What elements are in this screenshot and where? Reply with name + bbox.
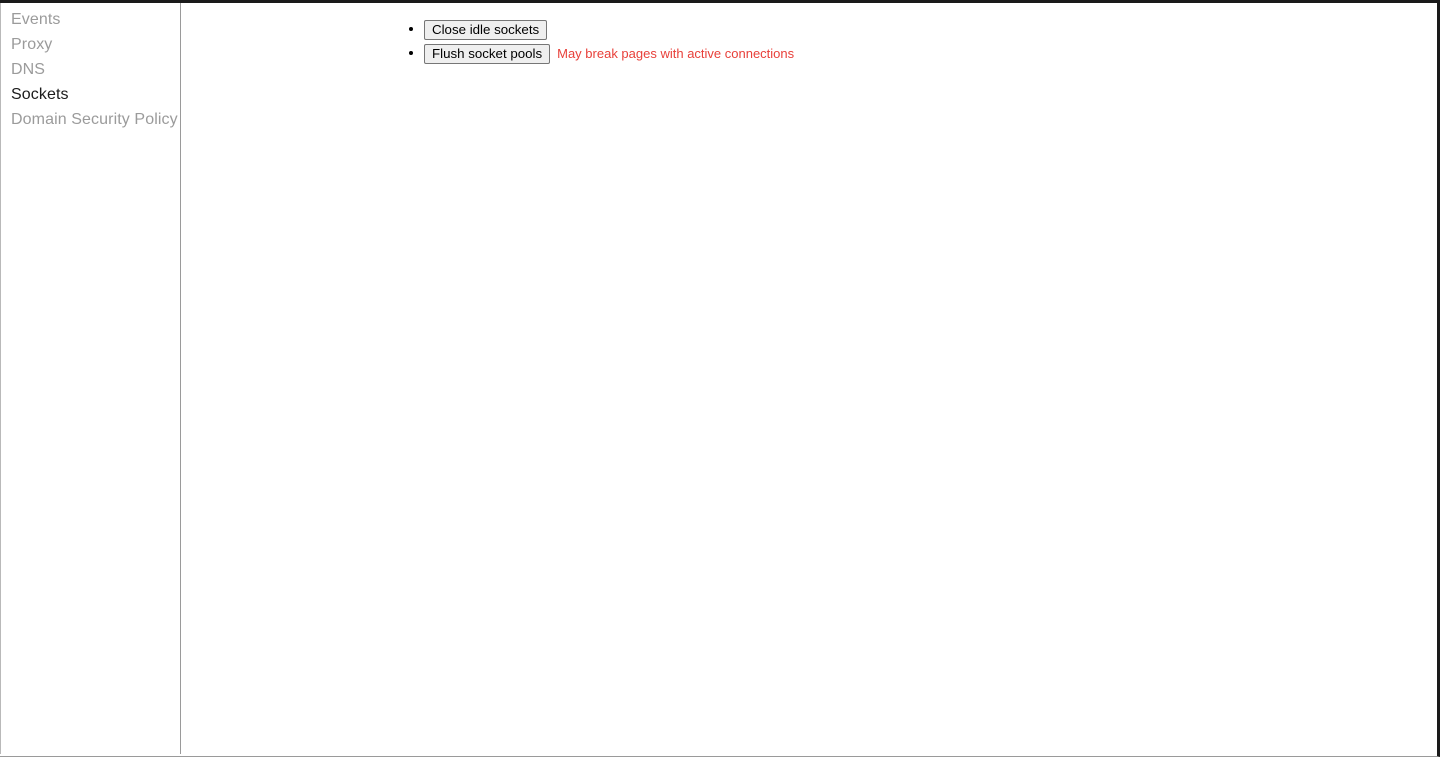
socket-actions-list: Close idle sockets Flush socket pools Ma… <box>424 17 794 65</box>
list-item: Close idle sockets <box>424 17 794 41</box>
list-item: Flush socket pools May break pages with … <box>424 41 794 65</box>
page-layout: Events Proxy DNS Sockets Domain Security… <box>0 3 1437 754</box>
flush-socket-pools-row: Flush socket pools May break pages with … <box>424 42 794 66</box>
sidebar-item-dns[interactable]: DNS <box>1 57 180 82</box>
sidebar-item-proxy[interactable]: Proxy <box>1 32 180 57</box>
close-idle-sockets-row: Close idle sockets <box>424 19 548 40</box>
sidebar-item-domain-security-policy[interactable]: Domain Security Policy <box>1 107 180 132</box>
browser-content-frame: Events Proxy DNS Sockets Domain Security… <box>0 0 1440 757</box>
flush-socket-pools-button[interactable]: Flush socket pools <box>424 43 551 64</box>
sockets-panel: Close idle sockets Flush socket pools Ma… <box>181 3 1437 754</box>
sidebar-item-events[interactable]: Events <box>1 7 180 32</box>
close-idle-sockets-button[interactable]: Close idle sockets <box>424 19 548 40</box>
flush-socket-pools-warning: May break pages with active connections <box>557 45 795 61</box>
sidebar-navigation: Events Proxy DNS Sockets Domain Security… <box>0 3 181 754</box>
sidebar-item-sockets[interactable]: Sockets <box>1 82 180 107</box>
